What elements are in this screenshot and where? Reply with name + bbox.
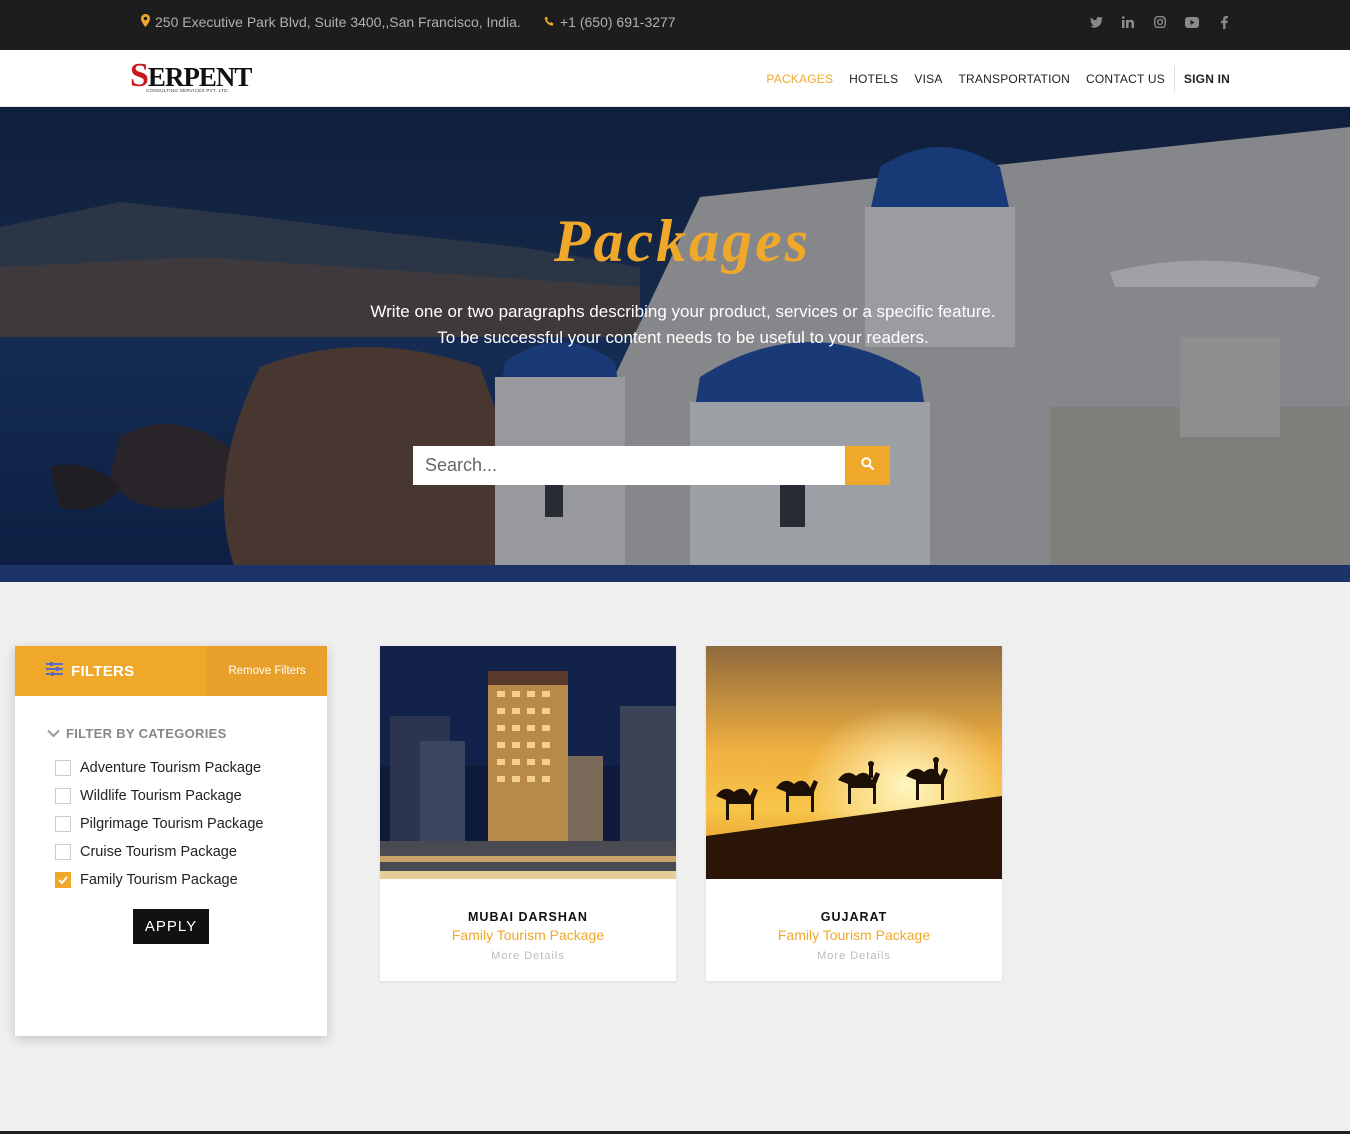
category-label: Wildlife Tourism Package — [80, 788, 242, 804]
logo[interactable]: SERPENT CONSULTING SERVICES PVT. LTD. — [130, 57, 252, 97]
more-details-link[interactable]: More Details — [706, 950, 1002, 962]
nav-hotels[interactable]: HOTELS — [849, 72, 898, 86]
map-marker-icon — [141, 14, 150, 30]
package-card-gujarat[interactable]: GUJARAT Family Tourism Package More Deta… — [706, 646, 1002, 981]
category-option-cruise[interactable]: Cruise Tourism Package — [55, 838, 263, 866]
filter-by-categories-label: FILTER BY CATEGORIES — [66, 726, 227, 741]
checkbox-checked[interactable] — [55, 872, 71, 888]
phone-text[interactable]: +1 (650) 691-3277 — [560, 14, 676, 30]
package-category: Family Tourism Package — [777, 927, 931, 943]
checkbox[interactable] — [55, 760, 71, 776]
logo-wordmark: SERPENT — [130, 57, 252, 94]
more-details-link[interactable]: More Details — [380, 950, 676, 962]
package-image-camel-sunset — [706, 646, 1002, 879]
remove-filters-button[interactable]: Remove Filters — [207, 646, 327, 696]
address-text: 250 Executive Park Blvd, Suite 3400,,San… — [155, 14, 521, 30]
main-navbar: SERPENT CONSULTING SERVICES PVT. LTD. PA… — [0, 50, 1350, 107]
package-name: GUJARAT — [820, 910, 888, 924]
phone: +1 (650) 691-3277 — [544, 14, 676, 30]
category-option-pilgrimage[interactable]: Pilgrimage Tourism Package — [55, 810, 263, 838]
hero-title: Packages — [553, 208, 812, 274]
apply-button[interactable]: APPLY — [133, 909, 209, 944]
checkbox[interactable] — [55, 816, 71, 832]
package-image-hotel-building — [380, 646, 676, 879]
filters-title: FILTERS — [15, 646, 207, 696]
sign-in-link[interactable]: SIGN IN — [1184, 72, 1230, 86]
filters-panel: FILTERS Remove Filters FILTER BY CATEGOR… — [15, 646, 327, 1036]
filters-header: FILTERS Remove Filters — [15, 646, 327, 696]
category-label: Pilgrimage Tourism Package — [80, 816, 264, 832]
nav-divider — [1173, 65, 1175, 92]
social-links — [1088, 14, 1232, 30]
search-input[interactable] — [413, 446, 845, 485]
category-label: Cruise Tourism Package — [80, 844, 237, 860]
checkbox[interactable] — [55, 788, 71, 804]
filter-by-categories-toggle[interactable]: FILTER BY CATEGORIES — [47, 726, 227, 741]
hero-description-line-2: To be successful your content needs to b… — [437, 328, 929, 347]
category-option-adventure[interactable]: Adventure Tourism Package — [55, 754, 263, 782]
category-option-wildlife[interactable]: Wildlife Tourism Package — [55, 782, 263, 810]
search-icon — [861, 456, 875, 475]
hero-description-line-1: Write one or two paragraphs describing y… — [370, 302, 996, 321]
address: 250 Executive Park Blvd, Suite 3400,,San… — [141, 14, 521, 30]
facebook-icon[interactable] — [1216, 14, 1232, 30]
hero-bottom-strip — [0, 565, 1350, 582]
category-label: Family Tourism Package — [80, 872, 238, 888]
checkmark-icon — [58, 876, 68, 884]
nav-visa[interactable]: VISA — [914, 72, 942, 86]
top-bar: 250 Executive Park Blvd, Suite 3400,,San… — [0, 0, 1350, 50]
chevron-down-icon — [47, 726, 60, 741]
instagram-icon[interactable] — [1152, 14, 1168, 30]
package-category: Family Tourism Package — [451, 927, 605, 943]
checkbox[interactable] — [55, 844, 71, 860]
search-bar — [413, 446, 890, 485]
search-button[interactable] — [845, 446, 890, 485]
sliders-icon — [46, 662, 63, 680]
nav-contact-us[interactable]: CONTACT US — [1086, 72, 1165, 86]
package-card-mubai-darshan[interactable]: MUBAI DARSHAN Family Tourism Package Mor… — [380, 646, 676, 981]
nav-packages[interactable]: PACKAGES — [766, 72, 833, 86]
logo-tagline: CONSULTING SERVICES PVT. LTD. — [146, 88, 230, 93]
package-name: MUBAI DARSHAN — [468, 910, 588, 924]
hero-banner: Packages Write one or two paragraphs des… — [0, 107, 1350, 582]
phone-icon — [544, 15, 555, 30]
filters-title-label: FILTERS — [71, 662, 135, 680]
twitter-icon[interactable] — [1088, 14, 1104, 30]
category-option-family[interactable]: Family Tourism Package — [55, 866, 263, 894]
category-list: Adventure Tourism Package Wildlife Touri… — [55, 754, 263, 894]
nav-menu: PACKAGES HOTELS VISA TRANSPORTATION CONT… — [750, 50, 1230, 107]
nav-transportation[interactable]: TRANSPORTATION — [959, 72, 1070, 86]
youtube-icon[interactable] — [1184, 14, 1200, 30]
category-label: Adventure Tourism Package — [80, 760, 262, 776]
linkedin-icon[interactable] — [1120, 14, 1136, 30]
